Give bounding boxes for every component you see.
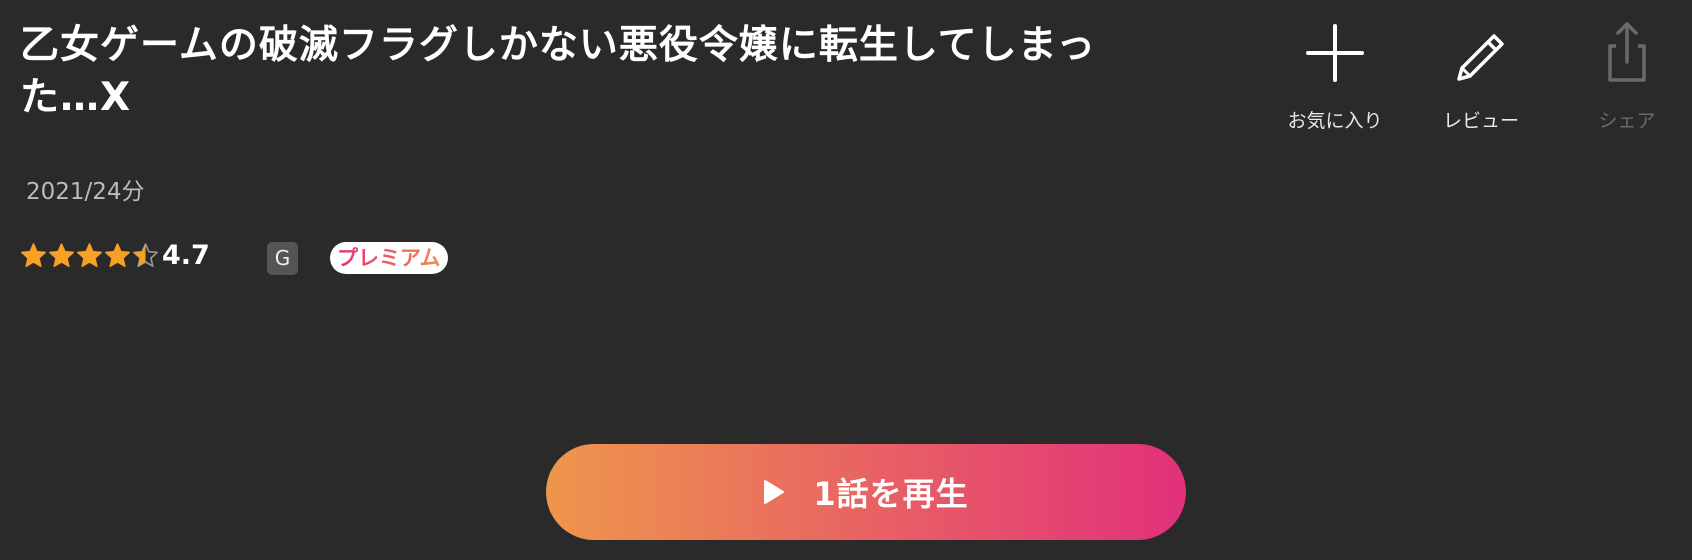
favorite-label: お気に入り <box>1287 110 1383 132</box>
share-icon <box>1608 22 1646 82</box>
action-bar: お気に入り レビュー シェア <box>1262 18 1692 133</box>
share-button[interactable]: シェア <box>1554 18 1692 133</box>
star-full-icon <box>77 243 102 267</box>
favorite-button[interactable]: お気に入り <box>1262 18 1408 133</box>
star-full-icon <box>21 243 46 267</box>
rating-score: 4.7 <box>162 240 210 271</box>
rating-row: 4.7 G プレミアム <box>20 238 520 278</box>
share-label: シェア <box>1598 110 1656 132</box>
review-label: レビュー <box>1442 110 1519 132</box>
premium-label: プレミアム <box>337 246 441 270</box>
pencil-icon <box>1457 34 1504 81</box>
star-full-icon <box>105 243 130 267</box>
plus-icon <box>1306 24 1364 82</box>
play-button[interactable]: 1話を再生 <box>546 444 1186 540</box>
age-rating-badge: G <box>267 242 298 275</box>
page-title: 乙女ゲームの破滅フラグしかない悪役令嬢に転生してしまった…X <box>20 23 1097 120</box>
premium-badge: プレミアム <box>330 242 448 274</box>
star-full-icon <box>49 243 74 267</box>
star-rating <box>20 242 160 269</box>
star-half-icon <box>133 243 158 267</box>
play-button-label: 1話を再生 <box>813 475 969 513</box>
review-button[interactable]: レビュー <box>1408 18 1554 133</box>
play-icon <box>764 480 785 504</box>
release-info: 2021/24分 <box>26 179 145 205</box>
